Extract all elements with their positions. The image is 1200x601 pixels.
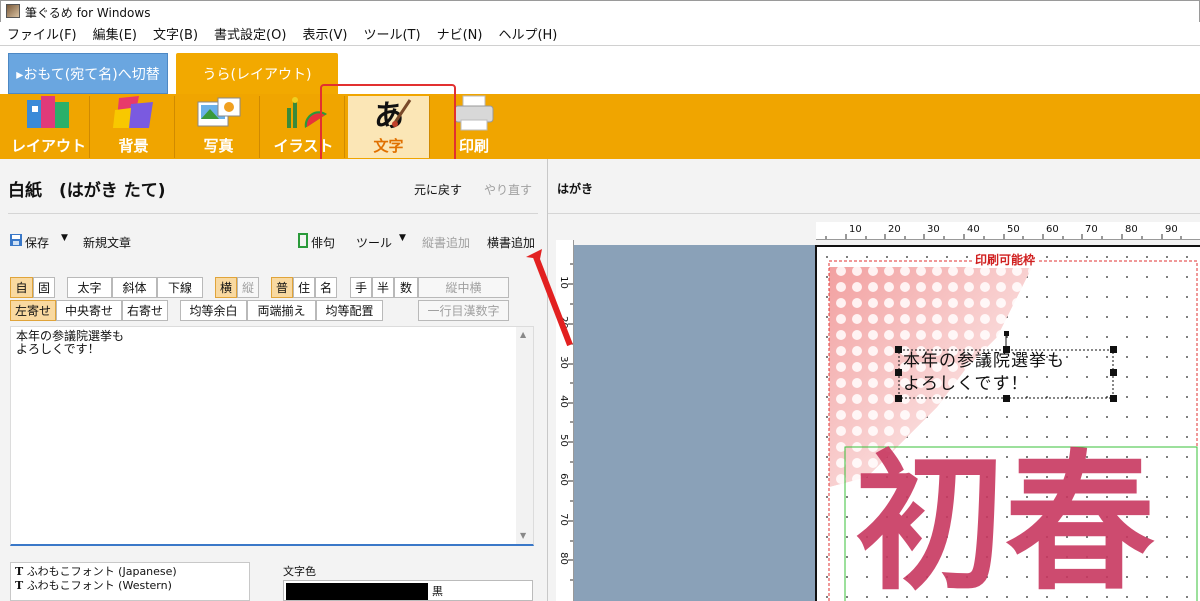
even-space-button[interactable]: 均等余白 bbox=[180, 300, 247, 321]
layout-books-icon bbox=[24, 94, 74, 132]
app-icon bbox=[6, 4, 20, 18]
menu-format[interactable]: 書式設定(O) bbox=[214, 24, 286, 43]
ruler-label: 60 bbox=[1046, 224, 1059, 235]
underline-button[interactable]: 下線 bbox=[157, 277, 203, 298]
ruler-label: 70 bbox=[557, 513, 569, 526]
menu-view[interactable]: 表示(V) bbox=[302, 24, 347, 43]
greeting-textbox[interactable]: 本年の参議院選挙も よろしくです！ bbox=[903, 350, 1065, 396]
font-list-item[interactable]: T ふわもこフォント (Japanese) bbox=[15, 565, 245, 579]
kanji-digits-button[interactable]: 一行目漢数字 bbox=[418, 300, 509, 321]
ruler-label: 40 bbox=[557, 395, 569, 408]
justify-button[interactable]: 両端揃え bbox=[247, 300, 316, 321]
tate-chu-yoko-button[interactable]: 縦中横 bbox=[418, 277, 509, 298]
title-bar: 筆ぐるめ for Windows bbox=[0, 0, 1200, 22]
menu-bar: ファイル(F) 編集(E) 文字(B) 書式設定(O) 表示(V) ツール(T)… bbox=[0, 22, 1200, 46]
background-paper-icon bbox=[109, 94, 159, 132]
ribbon-toolbar: レイアウト 背景 写真 イラスト あ 文字 印刷 bbox=[0, 94, 1200, 159]
horizontal-button[interactable]: 横 bbox=[215, 277, 237, 298]
distribute-button[interactable]: 均等配置 bbox=[316, 300, 383, 321]
ribbon-background-label: 背景 bbox=[118, 137, 149, 155]
menu-navi[interactable]: ナビ(N) bbox=[437, 24, 483, 43]
tools-dropdown-icon[interactable]: ▼ bbox=[399, 233, 406, 243]
add-vertical-text-button[interactable]: 縦書追加 bbox=[422, 234, 470, 251]
ruler-label: 10 bbox=[849, 224, 862, 235]
horizontal-ruler: 10 20 30 40 50 60 70 80 90 bbox=[816, 222, 1200, 240]
font-list[interactable]: T ふわもこフォント (Japanese) T ふわもこフォント (Wester… bbox=[10, 562, 250, 601]
fixed-mode-button[interactable]: 固 bbox=[33, 277, 55, 298]
vertical-button[interactable]: 縦 bbox=[237, 277, 259, 298]
new-text-button[interactable]: 新規文章 bbox=[83, 234, 131, 251]
scroll-down-icon[interactable]: ▼ bbox=[520, 531, 526, 540]
hand-button[interactable]: 手 bbox=[350, 277, 372, 298]
ruler-label: 20 bbox=[888, 224, 901, 235]
save-button[interactable]: 保存 bbox=[25, 234, 49, 251]
pointer-arrow-icon bbox=[526, 249, 573, 347]
color-swatch bbox=[286, 583, 428, 600]
text-scrollbar[interactable]: ▲ ▼ bbox=[516, 327, 533, 544]
ribbon-background-button[interactable]: 背景 bbox=[93, 96, 175, 158]
tools-button[interactable]: ツール bbox=[356, 234, 392, 251]
normal-button[interactable]: 普 bbox=[271, 277, 293, 298]
font-list-item[interactable]: T ふわもこフォント (Western) bbox=[15, 579, 245, 593]
haiku-icon bbox=[298, 233, 308, 248]
photo-icon bbox=[194, 94, 244, 132]
divider bbox=[8, 213, 538, 214]
half-width-button[interactable]: 半 bbox=[372, 277, 394, 298]
menu-character[interactable]: 文字(B) bbox=[153, 24, 198, 43]
truetype-icon: T bbox=[15, 579, 24, 592]
text-input-area[interactable]: 本年の参議院選挙も よろしくです！ bbox=[10, 326, 534, 546]
preview-label: はがき bbox=[557, 182, 594, 196]
text-color-label: 文字色 bbox=[283, 565, 316, 578]
divider bbox=[548, 213, 1200, 214]
ruler-label: 50 bbox=[1007, 224, 1020, 235]
color-name: 黒 bbox=[432, 585, 443, 598]
italic-button[interactable]: 斜体 bbox=[112, 277, 157, 298]
ribbon-photo-button[interactable]: 写真 bbox=[178, 96, 260, 158]
side-tab-row: ▸おもて(宛て名)へ切替 うら(レイアウト) bbox=[0, 46, 1200, 94]
ruler-label: 80 bbox=[557, 552, 569, 565]
print-area-label: 印刷可能枠 bbox=[972, 251, 1039, 268]
menu-file[interactable]: ファイル(F) bbox=[7, 24, 77, 43]
ruler-label: 30 bbox=[557, 356, 569, 369]
ribbon-layout-button[interactable]: レイアウト bbox=[8, 96, 90, 158]
save-dropdown-icon[interactable]: ▼ bbox=[61, 233, 68, 243]
ribbon-photo-label: 写真 bbox=[203, 137, 234, 155]
postcard-canvas[interactable]: 印刷可能枠 本年の参議院選挙も よろしくです！ 初春 bbox=[815, 245, 1200, 601]
menu-tools[interactable]: ツール(T) bbox=[363, 24, 420, 43]
align-left-button[interactable]: 左寄せ bbox=[10, 300, 56, 321]
highlight-frame bbox=[320, 84, 456, 170]
align-center-button[interactable]: 中央寄せ bbox=[56, 300, 122, 321]
bold-button[interactable]: 太字 bbox=[67, 277, 112, 298]
ribbon-print-label: 印刷 bbox=[458, 137, 489, 155]
tab-back-layout[interactable]: うら(レイアウト) bbox=[176, 53, 338, 94]
truetype-icon: T bbox=[15, 565, 24, 578]
document-title: 白紙 (はがき たて) bbox=[8, 181, 166, 201]
printer-icon bbox=[449, 94, 499, 132]
ruler-label: 60 bbox=[557, 473, 569, 486]
window-title: 筆ぐるめ for Windows bbox=[25, 6, 151, 20]
ribbon-layout-label: レイアウト bbox=[10, 137, 86, 155]
undo-button[interactable]: 元に戻す bbox=[414, 181, 462, 198]
ruler-label: 50 bbox=[557, 434, 569, 447]
ruler-label: 30 bbox=[927, 224, 940, 235]
haiku-button[interactable]: 俳句 bbox=[311, 234, 335, 251]
ruler-label: 40 bbox=[967, 224, 980, 235]
tab-front-address[interactable]: ▸おもて(宛て名)へ切替 bbox=[8, 53, 168, 94]
ruler-label: 80 bbox=[1125, 224, 1138, 235]
ruler-label: 70 bbox=[1085, 224, 1098, 235]
shoshun-calligraphy: 初春 bbox=[855, 435, 1156, 601]
ruler-label: 90 bbox=[1165, 224, 1178, 235]
text-color-select[interactable]: 黒 bbox=[283, 580, 533, 601]
address-button[interactable]: 住 bbox=[293, 277, 315, 298]
name-button[interactable]: 名 bbox=[315, 277, 337, 298]
align-right-button[interactable]: 右寄せ bbox=[122, 300, 168, 321]
menu-help[interactable]: ヘルプ(H) bbox=[498, 24, 557, 43]
menu-edit[interactable]: 編集(E) bbox=[93, 24, 137, 43]
digit-button[interactable]: 数 bbox=[394, 277, 418, 298]
free-mode-button[interactable]: 自 bbox=[10, 277, 33, 298]
save-icon bbox=[9, 233, 23, 247]
redo-button[interactable]: やり直す bbox=[484, 181, 532, 198]
